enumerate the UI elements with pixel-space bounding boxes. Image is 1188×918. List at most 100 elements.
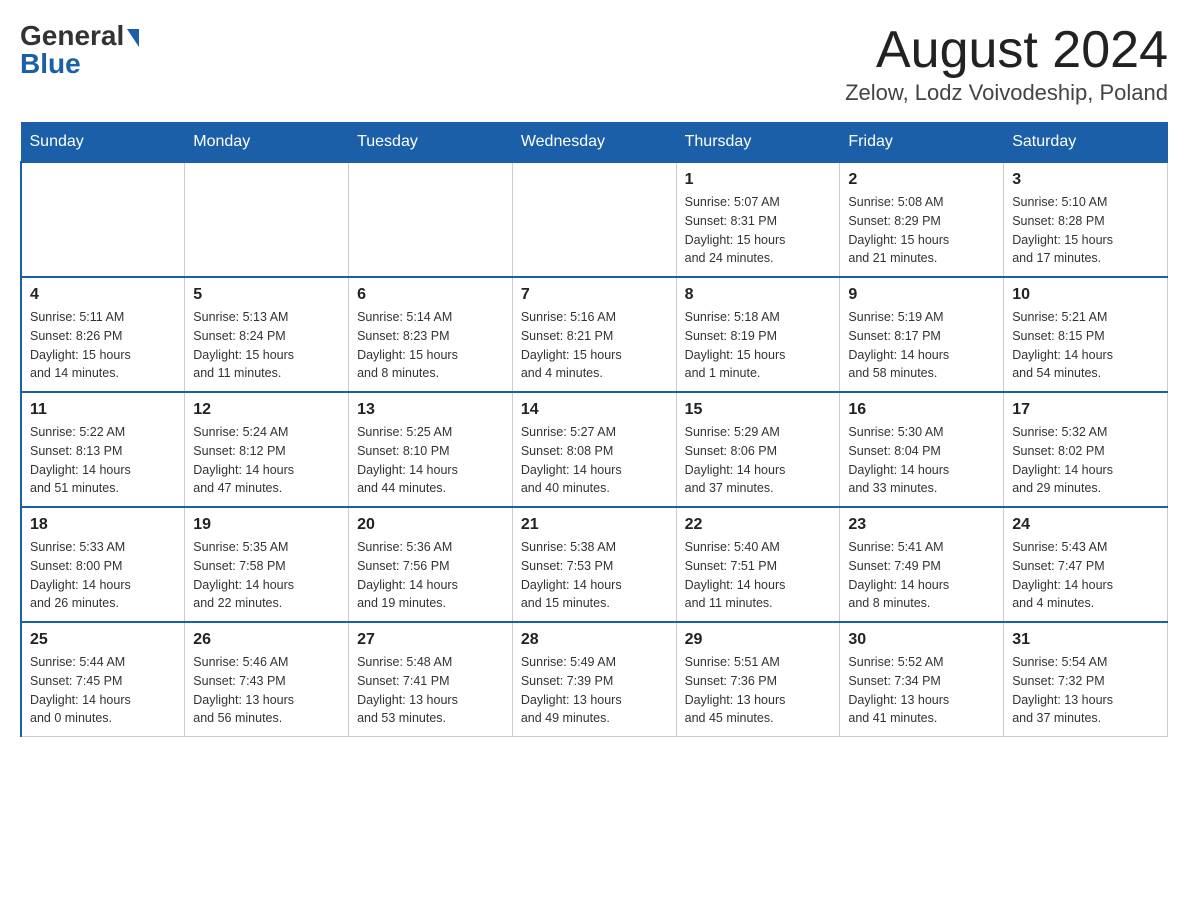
calendar-day-28: 28 Sunrise: 5:49 AMSunset: 7:39 PMDayligh… [512, 622, 676, 737]
day-info: Sunrise: 5:44 AMSunset: 7:45 PMDaylight:… [30, 653, 176, 728]
day-info: Sunrise: 5:51 AMSunset: 7:36 PMDaylight:… [685, 653, 832, 728]
calendar-day-14: 14Sunrise: 5:27 AMSunset: 8:08 PMDayligh… [512, 392, 676, 507]
calendar-empty-cell [185, 162, 349, 277]
day-number: 1 [685, 171, 832, 189]
calendar-week-row: 11 Sunrise: 5:22 AMSunset: 8:13 PMDayligh… [21, 392, 1168, 507]
day-info: Sunrise: 5:41 AMSunset: 7:49 PMDaylight:… [848, 538, 995, 613]
day-info: Sunrise: 5:43 AMSunset: 7:47 PMDaylight:… [1012, 538, 1159, 613]
calendar-weekday-sunday: Sunday [21, 123, 185, 163]
day-number: 11 [30, 401, 176, 419]
day-info: Sunrise: 5:29 AMSunset: 8:06 PMDaylight:… [685, 423, 832, 498]
calendar-week-row: 25 Sunrise: 5:44 AMSunset: 7:45 PMDayligh… [21, 622, 1168, 737]
day-info: Sunrise: 5:46 AMSunset: 7:43 PMDaylight:… [193, 653, 340, 728]
day-number: 24 [1012, 516, 1159, 534]
day-info: Sunrise: 5:25 AMSunset: 8:10 PMDaylight:… [357, 423, 504, 498]
day-number: 30 [848, 631, 995, 649]
calendar-day-17: 17 Sunrise: 5:32 AMSunset: 8:02 PMDayligh… [1004, 392, 1168, 507]
day-info: Sunrise: 5:22 AMSunset: 8:13 PMDaylight:… [30, 423, 176, 498]
calendar-day-15: 15 Sunrise: 5:29 AMSunset: 8:06 PMDayligh… [676, 392, 840, 507]
calendar-day-5: 5 Sunrise: 5:13 AMSunset: 8:24 PMDaylight… [185, 277, 349, 392]
day-number: 25 [30, 631, 176, 649]
calendar-day-27: 27 Sunrise: 5:48 AMSunset: 7:41 PMDayligh… [349, 622, 513, 737]
calendar-day-22: 22 Sunrise: 5:40 AMSunset: 7:51 PMDayligh… [676, 507, 840, 622]
calendar-day-9: 9 Sunrise: 5:19 AMSunset: 8:17 PMDaylight… [840, 277, 1004, 392]
day-number: 7 [521, 286, 668, 304]
calendar-header-row: SundayMondayTuesdayWednesdayThursdayFrid… [21, 123, 1168, 163]
calendar-empty-cell [512, 162, 676, 277]
calendar-empty-cell [21, 162, 185, 277]
day-info: Sunrise: 5:07 AMSunset: 8:31 PMDaylight:… [685, 193, 832, 268]
calendar-day-29: 29 Sunrise: 5:51 AMSunset: 7:36 PMDayligh… [676, 622, 840, 737]
calendar-day-23: 23 Sunrise: 5:41 AMSunset: 7:49 PMDayligh… [840, 507, 1004, 622]
day-number: 31 [1012, 631, 1159, 649]
day-number: 9 [848, 286, 995, 304]
calendar-week-row: 4 Sunrise: 5:11 AMSunset: 8:26 PMDaylight… [21, 277, 1168, 392]
day-info: Sunrise: 5:40 AMSunset: 7:51 PMDaylight:… [685, 538, 832, 613]
day-info: Sunrise: 5:52 AMSunset: 7:34 PMDaylight:… [848, 653, 995, 728]
page-header: General Blue August 2024 Zelow, Lodz Voi… [20, 20, 1168, 106]
day-info: Sunrise: 5:19 AMSunset: 8:17 PMDaylight:… [848, 308, 995, 383]
day-info: Sunrise: 5:30 AMSunset: 8:04 PMDaylight:… [848, 423, 995, 498]
page-title: August 2024 [845, 20, 1168, 80]
day-info: Sunrise: 5:18 AMSunset: 8:19 PMDaylight:… [685, 308, 832, 383]
calendar-empty-cell [349, 162, 513, 277]
calendar-day-2: 2Sunrise: 5:08 AMSunset: 8:29 PMDaylight… [840, 162, 1004, 277]
day-number: 19 [193, 516, 340, 534]
calendar-weekday-friday: Friday [840, 123, 1004, 163]
day-number: 13 [357, 401, 504, 419]
day-number: 8 [685, 286, 832, 304]
day-info: Sunrise: 5:49 AMSunset: 7:39 PMDaylight:… [521, 653, 668, 728]
calendar-day-4: 4 Sunrise: 5:11 AMSunset: 8:26 PMDaylight… [21, 277, 185, 392]
day-number: 3 [1012, 171, 1159, 189]
day-info: Sunrise: 5:32 AMSunset: 8:02 PMDaylight:… [1012, 423, 1159, 498]
day-number: 23 [848, 516, 995, 534]
day-number: 2 [848, 171, 995, 189]
title-block: August 2024 Zelow, Lodz Voivodeship, Pol… [845, 20, 1168, 106]
day-number: 10 [1012, 286, 1159, 304]
day-info: Sunrise: 5:11 AMSunset: 8:26 PMDaylight:… [30, 308, 176, 383]
day-info: Sunrise: 5:21 AMSunset: 8:15 PMDaylight:… [1012, 308, 1159, 383]
day-number: 17 [1012, 401, 1159, 419]
day-number: 22 [685, 516, 832, 534]
calendar-day-30: 30 Sunrise: 5:52 AMSunset: 7:34 PMDayligh… [840, 622, 1004, 737]
day-number: 16 [848, 401, 995, 419]
day-info: Sunrise: 5:14 AMSunset: 8:23 PMDaylight:… [357, 308, 504, 383]
logo-blue-text: Blue [20, 48, 81, 80]
day-info: Sunrise: 5:10 AMSunset: 8:28 PMDaylight:… [1012, 193, 1159, 268]
calendar-day-8: 8 Sunrise: 5:18 AMSunset: 8:19 PMDaylight… [676, 277, 840, 392]
calendar-day-10: 10 Sunrise: 5:21 AMSunset: 8:15 PMDayligh… [1004, 277, 1168, 392]
day-number: 27 [357, 631, 504, 649]
calendar-day-31: 31 Sunrise: 5:54 AMSunset: 7:32 PMDayligh… [1004, 622, 1168, 737]
calendar-week-row: 18Sunrise: 5:33 AMSunset: 8:00 PMDayligh… [21, 507, 1168, 622]
calendar-weekday-tuesday: Tuesday [349, 123, 513, 163]
calendar-table: SundayMondayTuesdayWednesdayThursdayFrid… [20, 122, 1168, 737]
day-info: Sunrise: 5:36 AMSunset: 7:56 PMDaylight:… [357, 538, 504, 613]
calendar-day-1: 1 Sunrise: 5:07 AMSunset: 8:31 PMDaylight… [676, 162, 840, 277]
day-number: 26 [193, 631, 340, 649]
calendar-day-19: 19 Sunrise: 5:35 AMSunset: 7:58 PMDayligh… [185, 507, 349, 622]
day-info: Sunrise: 5:16 AMSunset: 8:21 PMDaylight:… [521, 308, 668, 383]
calendar-day-12: 12Sunrise: 5:24 AMSunset: 8:12 PMDayligh… [185, 392, 349, 507]
calendar-day-3: 3 Sunrise: 5:10 AMSunset: 8:28 PMDaylight… [1004, 162, 1168, 277]
day-info: Sunrise: 5:48 AMSunset: 7:41 PMDaylight:… [357, 653, 504, 728]
day-number: 29 [685, 631, 832, 649]
calendar-week-row: 1 Sunrise: 5:07 AMSunset: 8:31 PMDaylight… [21, 162, 1168, 277]
day-info: Sunrise: 5:54 AMSunset: 7:32 PMDaylight:… [1012, 653, 1159, 728]
day-number: 18 [30, 516, 176, 534]
logo-arrow-icon [127, 29, 139, 47]
day-info: Sunrise: 5:38 AMSunset: 7:53 PMDaylight:… [521, 538, 668, 613]
day-number: 4 [30, 286, 176, 304]
day-number: 15 [685, 401, 832, 419]
day-number: 6 [357, 286, 504, 304]
calendar-day-11: 11 Sunrise: 5:22 AMSunset: 8:13 PMDayligh… [21, 392, 185, 507]
day-info: Sunrise: 5:35 AMSunset: 7:58 PMDaylight:… [193, 538, 340, 613]
page-subtitle: Zelow, Lodz Voivodeship, Poland [845, 80, 1168, 106]
calendar-day-7: 7 Sunrise: 5:16 AMSunset: 8:21 PMDaylight… [512, 277, 676, 392]
calendar-day-21: 21Sunrise: 5:38 AMSunset: 7:53 PMDayligh… [512, 507, 676, 622]
calendar-day-18: 18Sunrise: 5:33 AMSunset: 8:00 PMDayligh… [21, 507, 185, 622]
calendar-day-26: 26 Sunrise: 5:46 AMSunset: 7:43 PMDayligh… [185, 622, 349, 737]
day-number: 5 [193, 286, 340, 304]
day-number: 28 [521, 631, 668, 649]
day-info: Sunrise: 5:13 AMSunset: 8:24 PMDaylight:… [193, 308, 340, 383]
calendar-weekday-wednesday: Wednesday [512, 123, 676, 163]
